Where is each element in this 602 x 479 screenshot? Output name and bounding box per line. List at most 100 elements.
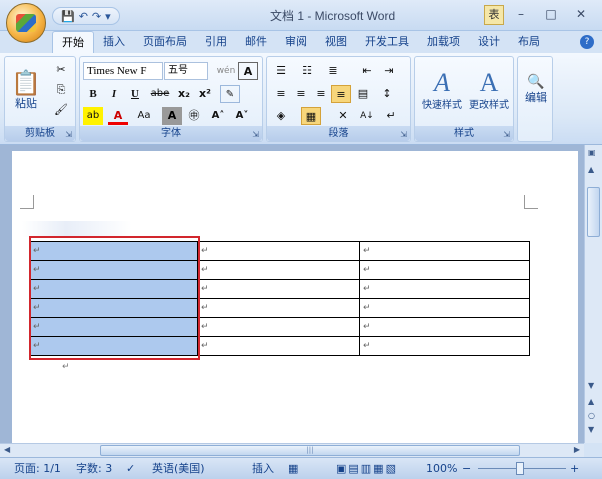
cut-icon[interactable]: ✂ <box>51 61 71 79</box>
sort-icon[interactable]: A↓ <box>357 107 377 125</box>
font-color-button[interactable]: A <box>108 107 128 125</box>
horizontal-scrollbar[interactable]: ◀ ||| ▶ <box>0 443 584 457</box>
increase-indent-icon[interactable]: ⇥ <box>379 62 399 80</box>
char-shading-button[interactable]: A <box>162 107 182 125</box>
enclose-char-button[interactable]: ㊥ <box>184 107 204 125</box>
align-left-icon[interactable]: ≡ <box>271 85 291 103</box>
borders-icon[interactable]: ▦ <box>301 107 321 125</box>
justify-icon[interactable]: ≡ <box>331 85 351 103</box>
document-page[interactable]: ↵ ↵ ↵ ↵ ↵ ↵ ↵ ↵ ↵ ↵ ↵ ↵ ↵ ↵ ↵ ↵ ↵ ↵ ↵ <box>12 151 578 443</box>
minimize-button[interactable]: – <box>506 4 536 24</box>
strikethrough-button[interactable]: abe <box>150 85 170 103</box>
undo-icon[interactable]: ↶ <box>79 10 88 23</box>
prev-page-icon[interactable]: ▲ <box>588 397 594 406</box>
table-cell[interactable]: ↵ <box>29 298 198 318</box>
tab-0[interactable]: 开始 <box>52 31 94 53</box>
table-cell[interactable]: ↵ <box>359 298 530 318</box>
align-right-icon[interactable]: ≡ <box>311 85 331 103</box>
vertical-scrollbar[interactable]: ▣ ▲ ▼ ▲ ○ ▼ <box>584 145 602 443</box>
bold-button[interactable]: B <box>83 85 103 103</box>
italic-button[interactable]: I <box>104 85 124 103</box>
table-cell[interactable]: ↵ <box>359 317 530 337</box>
zoom-out-button[interactable]: − <box>462 461 471 477</box>
customize-qat-icon[interactable]: ▾ <box>105 10 111 23</box>
language-indicator[interactable]: 英语(美国) <box>152 461 205 477</box>
redo-icon[interactable]: ↷ <box>92 10 101 23</box>
vertical-scroll-thumb[interactable] <box>587 187 600 237</box>
tab-8[interactable]: 加载项 <box>418 31 469 53</box>
format-painter-icon[interactable]: 🖌 <box>51 101 71 119</box>
scroll-right-icon[interactable]: ▶ <box>574 445 580 454</box>
tab-1[interactable]: 插入 <box>94 31 134 53</box>
zoom-slider-thumb[interactable] <box>516 462 524 475</box>
table-cell[interactable]: ↵ <box>359 241 530 261</box>
distributed-icon[interactable]: ▤ <box>353 85 373 103</box>
save-icon[interactable]: 💾 <box>61 10 75 23</box>
scroll-down-icon[interactable]: ▼ <box>588 381 594 390</box>
scroll-up-icon[interactable]: ▲ <box>588 165 594 174</box>
change-case-button[interactable]: Aa <box>134 107 154 125</box>
table-cell[interactable]: ↵ <box>197 298 360 318</box>
bullets-icon[interactable]: ☰ <box>271 62 291 80</box>
zoom-level[interactable]: 100% <box>426 461 457 477</box>
multilevel-list-icon[interactable]: ≣ <box>323 62 343 80</box>
font-size-select[interactable]: 五号 <box>164 62 208 80</box>
chinese-layout-icon[interactable]: ✕ <box>333 107 353 125</box>
next-page-icon[interactable]: ▼ <box>588 425 594 434</box>
subscript-button[interactable]: x₂ <box>174 85 194 103</box>
superscript-button[interactable]: x² <box>195 85 215 103</box>
tab-6[interactable]: 视图 <box>316 31 356 53</box>
clipboard-launcher-icon[interactable]: ⇲ <box>65 130 72 139</box>
tab-4[interactable]: 邮件 <box>236 31 276 53</box>
align-center-icon[interactable]: ≡ <box>291 85 311 103</box>
table-cell[interactable]: ↵ <box>29 336 198 356</box>
change-styles-button[interactable]: A 更改样式 <box>465 61 513 119</box>
clear-format-icon[interactable]: ✎ <box>220 85 240 103</box>
tab-10[interactable]: 布局 <box>509 31 549 53</box>
scroll-left-icon[interactable]: ◀ <box>4 445 10 454</box>
styles-launcher-icon[interactable]: ⇲ <box>503 130 510 139</box>
maximize-button[interactable]: □ <box>536 4 566 24</box>
help-icon[interactable]: ? <box>580 35 594 49</box>
tab-9[interactable]: 设计 <box>469 31 509 53</box>
char-border-icon[interactable]: A <box>238 62 258 80</box>
highlight-button[interactable]: ab <box>83 107 103 125</box>
table-cell[interactable]: ↵ <box>197 279 360 299</box>
paste-button[interactable]: 📋 粘贴 <box>11 63 41 119</box>
tab-2[interactable]: 页面布局 <box>134 31 196 53</box>
table-cell[interactable]: ↵ <box>29 241 198 261</box>
word-count[interactable]: 字数: 3 <box>76 461 112 477</box>
spellcheck-icon[interactable]: ✓ <box>126 461 135 477</box>
table-cell[interactable]: ↵ <box>29 260 198 280</box>
tab-7[interactable]: 开发工具 <box>356 31 418 53</box>
copy-icon[interactable]: ⎘ <box>51 81 71 99</box>
table-cell[interactable]: ↵ <box>359 279 530 299</box>
table-cell[interactable]: ↵ <box>197 260 360 280</box>
browse-object-icon[interactable]: ○ <box>588 411 595 420</box>
numbering-icon[interactable]: ☷ <box>297 62 317 80</box>
insert-mode[interactable]: 插入 <box>252 461 274 477</box>
grow-font-button[interactable]: A˄ <box>208 107 228 125</box>
horizontal-scroll-thumb[interactable]: ||| <box>100 445 520 456</box>
tab-3[interactable]: 引用 <box>196 31 236 53</box>
table-cell[interactable]: ↵ <box>359 336 530 356</box>
view-buttons[interactable]: ▣▤▥▦▧ <box>336 461 398 477</box>
close-button[interactable]: ✕ <box>566 4 596 24</box>
table-cell[interactable]: ↵ <box>197 336 360 356</box>
table-cell[interactable]: ↵ <box>29 279 198 299</box>
line-spacing-icon[interactable]: ↕ <box>377 85 397 103</box>
decrease-indent-icon[interactable]: ⇤ <box>357 62 377 80</box>
underline-button[interactable]: U <box>125 85 145 103</box>
quick-styles-button[interactable]: A 快速样式 <box>417 61 467 119</box>
font-launcher-icon[interactable]: ⇲ <box>252 130 259 139</box>
ruler-toggle-icon[interactable]: ▣ <box>588 148 596 157</box>
table-cell[interactable]: ↵ <box>29 317 198 337</box>
paragraph-launcher-icon[interactable]: ⇲ <box>400 130 407 139</box>
table-cell[interactable]: ↵ <box>197 317 360 337</box>
zoom-in-button[interactable]: + <box>570 461 579 477</box>
shading-icon[interactable]: ◈ <box>271 107 291 125</box>
table-cell[interactable]: ↵ <box>359 260 530 280</box>
document-table[interactable]: ↵ ↵ ↵ ↵ ↵ ↵ ↵ ↵ ↵ ↵ ↵ ↵ ↵ ↵ ↵ ↵ ↵ ↵ <box>29 241 530 356</box>
editing-button[interactable]: 🔍 编辑 <box>520 63 552 117</box>
shrink-font-button[interactable]: A˅ <box>232 107 252 125</box>
